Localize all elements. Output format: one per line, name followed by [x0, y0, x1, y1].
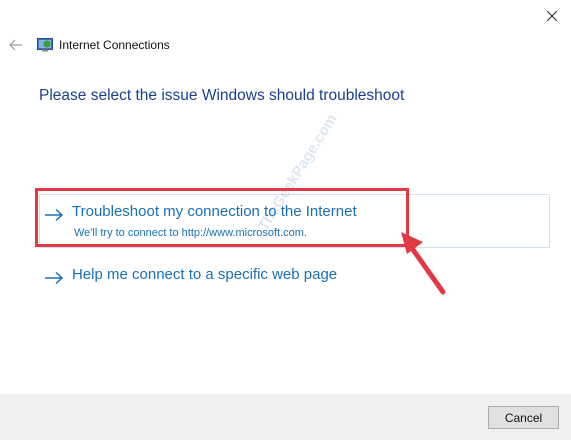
troubleshooter-window: Internet Connections Please select the i… — [0, 0, 571, 440]
annotation-highlight-box — [35, 188, 409, 247]
close-button[interactable] — [539, 4, 565, 28]
cancel-button[interactable]: Cancel — [488, 406, 559, 429]
back-arrow-icon — [9, 39, 22, 51]
option-title: Help me connect to a specific web page — [72, 266, 338, 283]
page-heading: Please select the issue Windows should t… — [39, 87, 405, 104]
right-arrow-icon — [45, 271, 64, 285]
footer-bar — [0, 394, 571, 440]
network-connections-icon — [37, 38, 53, 52]
window-title: Internet Connections — [59, 38, 170, 52]
close-icon — [546, 10, 558, 22]
back-button[interactable] — [7, 36, 25, 54]
annotation-arrow-icon — [401, 232, 446, 295]
